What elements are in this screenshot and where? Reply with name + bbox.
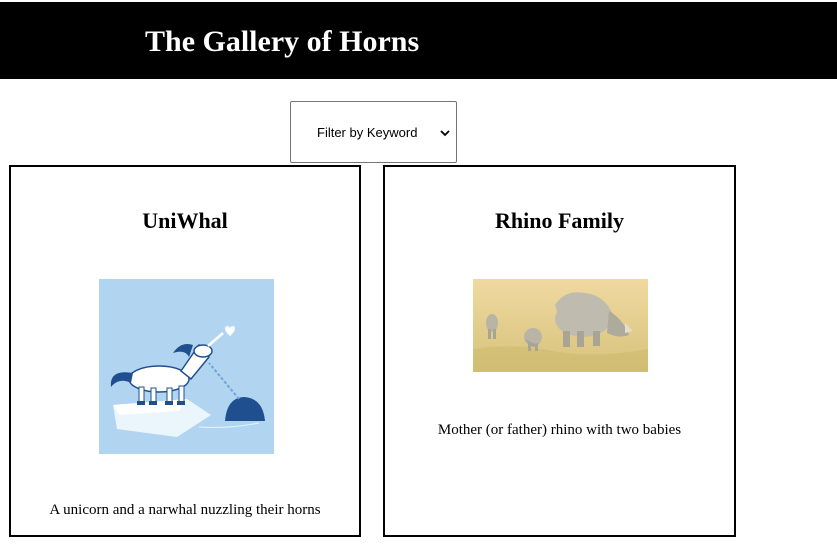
horn-card-rhino-family: Rhino Family Mother (or father) rhino wi… xyxy=(383,165,736,537)
card-title: UniWhal xyxy=(142,208,228,233)
horn-card-uniwhal: UniWhal A unicorn and a narwhal nuzzling… xyxy=(9,165,361,537)
card-description: A unicorn and a narwhal nuzzling their h… xyxy=(49,502,321,518)
rhino-family-image xyxy=(473,279,648,372)
keyword-filter-select[interactable]: Filter by Keyword xyxy=(291,102,456,162)
card-description: Mother (or father) rhino with two babies xyxy=(437,422,682,438)
page-title: The Gallery of Horns xyxy=(145,25,420,58)
card-title: Rhino Family xyxy=(495,208,624,233)
keyword-filter[interactable]: Filter by Keyword xyxy=(290,101,457,163)
unicorn-narwhal-image xyxy=(99,279,274,454)
site-header: The Gallery of Horns xyxy=(0,2,837,79)
